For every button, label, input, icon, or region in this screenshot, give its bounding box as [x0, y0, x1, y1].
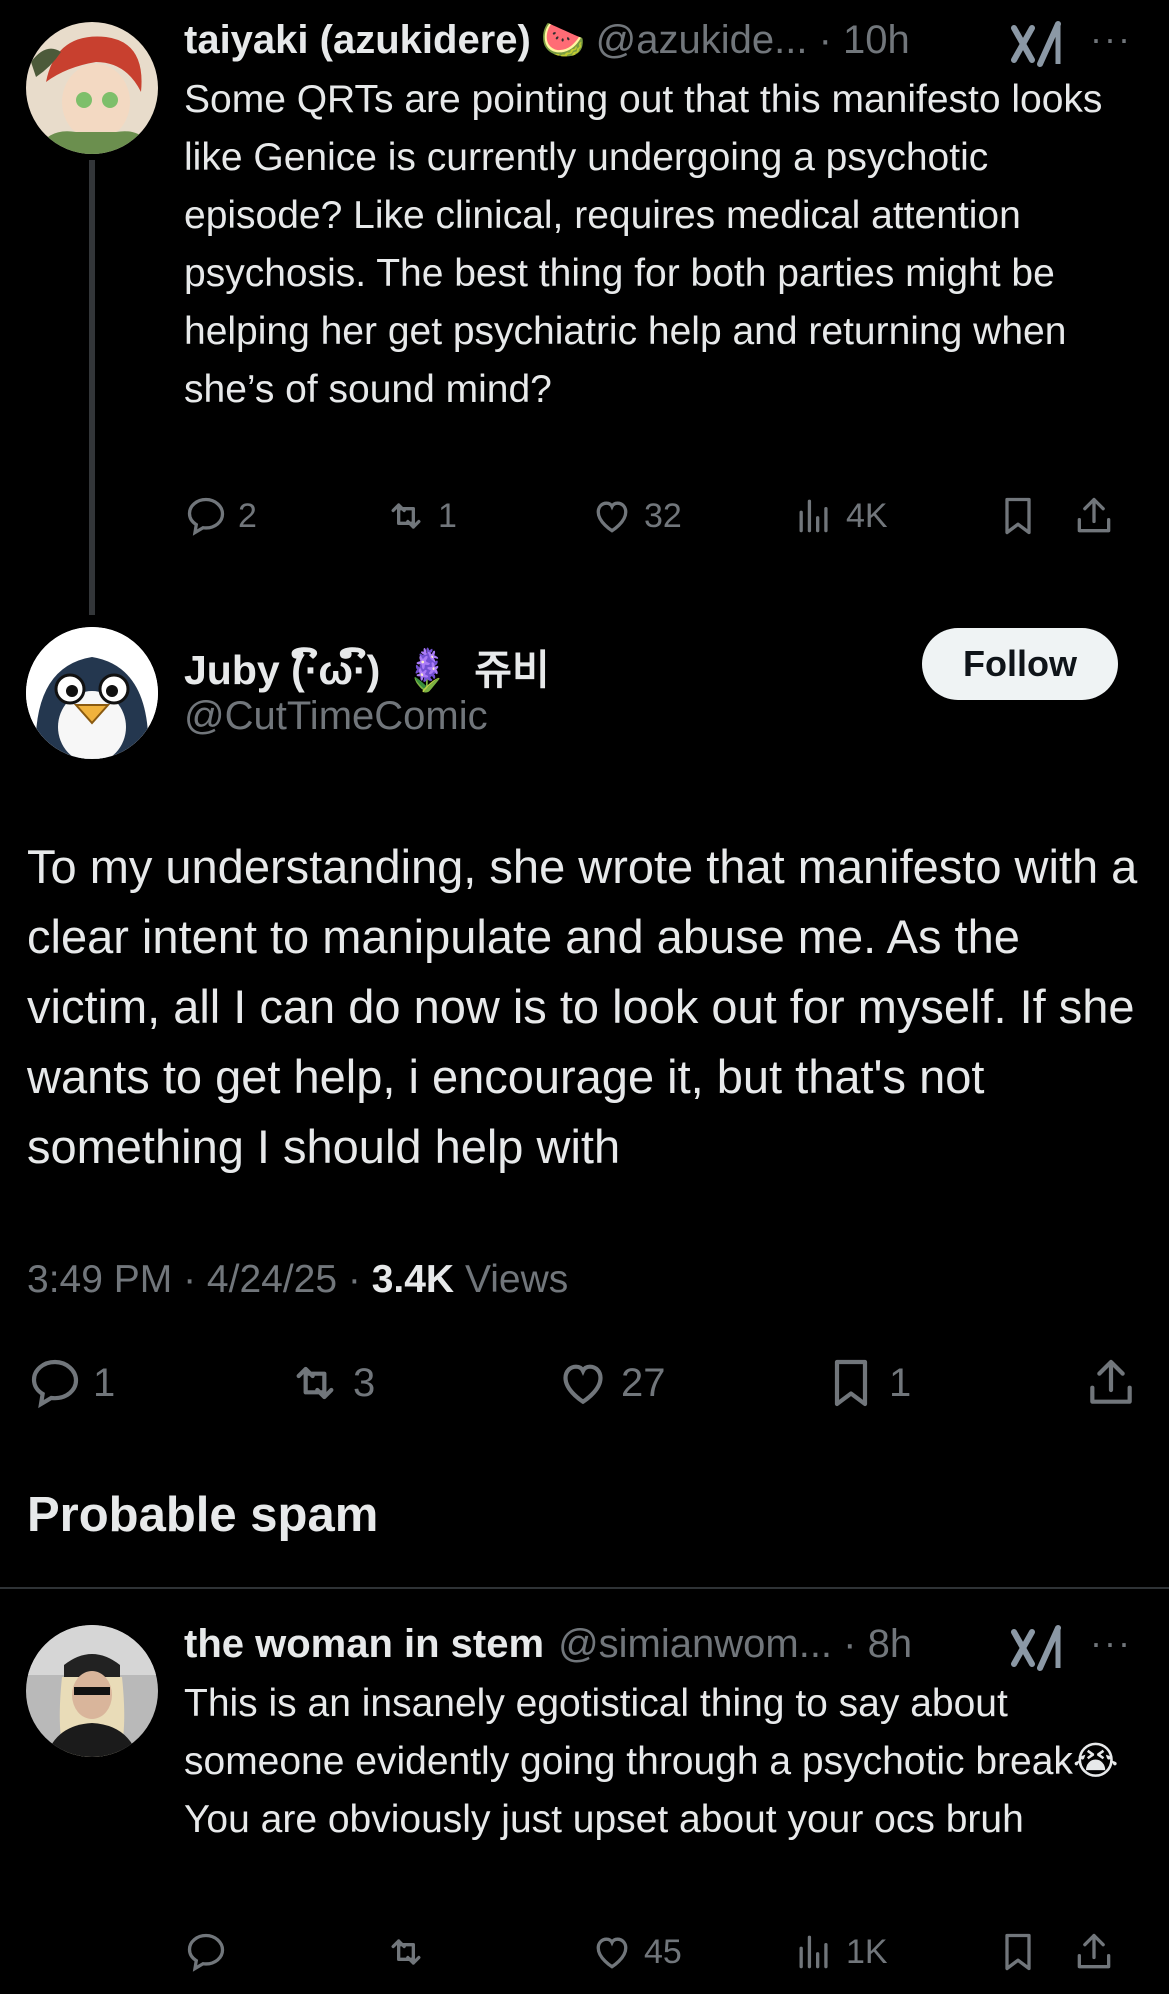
bookmark-button[interactable] — [996, 494, 1040, 538]
like-button[interactable]: 45 — [590, 1930, 682, 1974]
main-like-button[interactable]: 27 — [555, 1355, 666, 1411]
repost-icon — [391, 1939, 421, 1965]
main-bookmark-count: 1 — [889, 1360, 912, 1405]
avatar-woman-in-stem[interactable] — [26, 1625, 158, 1757]
main-author-name[interactable]: Juby (·ົω·ົ) — [184, 647, 380, 693]
crying-emoji: 😭 — [1072, 1740, 1119, 1783]
repost-button[interactable]: 1 — [384, 494, 457, 538]
bookmark-button[interactable] — [996, 1930, 1040, 1974]
repost-icon — [296, 1366, 334, 1400]
repost-icon — [391, 503, 421, 529]
bookmark-icon — [1005, 1933, 1031, 1971]
main-author-handle[interactable]: @CutTimeComic — [184, 694, 488, 739]
reply-count: 2 — [238, 496, 257, 535]
reply2-text-part2: You are obviously just upset about your … — [184, 1798, 1024, 1841]
reply2-header: the woman in stem @simianwom... · 8h — [184, 1620, 912, 1668]
views-button[interactable]: 4K — [792, 494, 888, 538]
reply1-actions: 2 1 32 4K — [184, 494, 1124, 550]
main-author-name-korean[interactable]: 쥬비 — [474, 647, 549, 693]
reply1-header: taiyaki (azukidere) 🍉 @azukide... · 10h — [184, 16, 910, 64]
main-actions: 1 3 27 1 — [27, 1355, 1147, 1419]
more-icon[interactable]: ··· — [1090, 18, 1132, 60]
more-icon[interactable]: ··· — [1090, 1622, 1132, 1664]
main-reply-button[interactable]: 1 — [27, 1355, 115, 1411]
bookmark-icon — [834, 1359, 868, 1407]
main-bookmark-button[interactable]: 1 — [823, 1355, 911, 1411]
main-views-count: 3.4K — [371, 1258, 455, 1301]
dot-separator: · — [807, 18, 844, 62]
main-like-count: 27 — [621, 1360, 666, 1405]
avatar-juby[interactable] — [26, 627, 158, 759]
reply2-timestamp[interactable]: 8h — [868, 1620, 913, 1668]
watermelon-emoji: 🍉 — [540, 19, 586, 60]
reply-icon — [187, 497, 225, 536]
main-share-button[interactable] — [1083, 1355, 1139, 1411]
share-button[interactable] — [1072, 494, 1116, 538]
views-count: 4K — [846, 496, 888, 535]
repost-button[interactable] — [384, 1930, 428, 1974]
main-repost-count: 3 — [353, 1360, 376, 1405]
reply2-text: This is an insanely egotistical thing to… — [184, 1675, 1134, 1849]
like-count: 32 — [644, 496, 682, 535]
reply-button[interactable] — [184, 1930, 228, 1974]
like-icon — [563, 1364, 603, 1405]
main-tweet-time[interactable]: 3:49 PM — [27, 1258, 172, 1301]
follow-button[interactable]: Follow — [922, 628, 1118, 700]
share-icon — [1090, 1359, 1132, 1404]
reply1-text: Some QRTs are pointing out that this man… — [184, 78, 1103, 411]
views-button[interactable]: 1K — [792, 1930, 888, 1974]
avatar-taiyaki[interactable] — [26, 22, 158, 154]
main-repost-button[interactable]: 3 — [287, 1355, 375, 1411]
reply2-actions: 45 1K — [184, 1930, 1124, 1986]
main-reply-count: 1 — [93, 1360, 116, 1405]
reply1-author-name[interactable]: taiyaki (azukidere) — [184, 16, 531, 64]
like-button[interactable]: 32 — [590, 494, 682, 538]
reply-icon — [187, 1933, 225, 1972]
views-count: 1K — [846, 1932, 888, 1971]
main-tweet-date[interactable]: 4/24/25 — [207, 1258, 337, 1301]
grok-icon[interactable] — [1010, 1624, 1064, 1672]
dot-separator: · — [832, 1622, 868, 1666]
views-icon — [799, 1935, 828, 1969]
reply2-author-name[interactable]: the woman in stem — [184, 1620, 544, 1668]
main-author-name-row: Juby (·ົω·ົ) 🪻 쥬비 — [184, 636, 550, 696]
like-icon — [596, 1937, 628, 1969]
main-tweet-text: To my understanding, she wrote that mani… — [27, 840, 1138, 1173]
reply2-author-handle[interactable]: @simianwom... — [558, 1620, 832, 1668]
reply1-author-handle[interactable]: @azukide... — [596, 16, 808, 64]
share-icon — [1077, 1933, 1111, 1969]
reply1-timestamp[interactable]: 10h — [843, 16, 910, 64]
thread-line — [89, 160, 95, 615]
repost-count: 1 — [438, 496, 457, 535]
hyacinth-emoji: 🪻 — [401, 647, 453, 693]
dot-separator: · — [347, 1258, 372, 1301]
reply-button[interactable]: 2 — [184, 494, 257, 538]
like-count: 45 — [644, 1932, 682, 1971]
dot-separator: · — [183, 1258, 207, 1301]
main-tweet-meta: 3:49 PM · 4/24/25 · 3.4K Views — [27, 1258, 568, 1302]
main-views-label: Views — [464, 1258, 569, 1301]
grok-icon[interactable] — [1010, 20, 1064, 68]
views-icon — [799, 499, 828, 533]
share-icon — [1077, 497, 1111, 533]
reply-icon — [31, 1359, 79, 1409]
bookmark-icon — [1005, 497, 1031, 535]
reply2-text-part1: This is an insanely egotistical thing to… — [184, 1682, 1073, 1783]
share-button[interactable] — [1072, 1930, 1116, 1974]
like-icon — [596, 501, 628, 533]
probable-spam-heading: Probable spam — [27, 1488, 379, 1542]
section-divider — [0, 1587, 1169, 1589]
